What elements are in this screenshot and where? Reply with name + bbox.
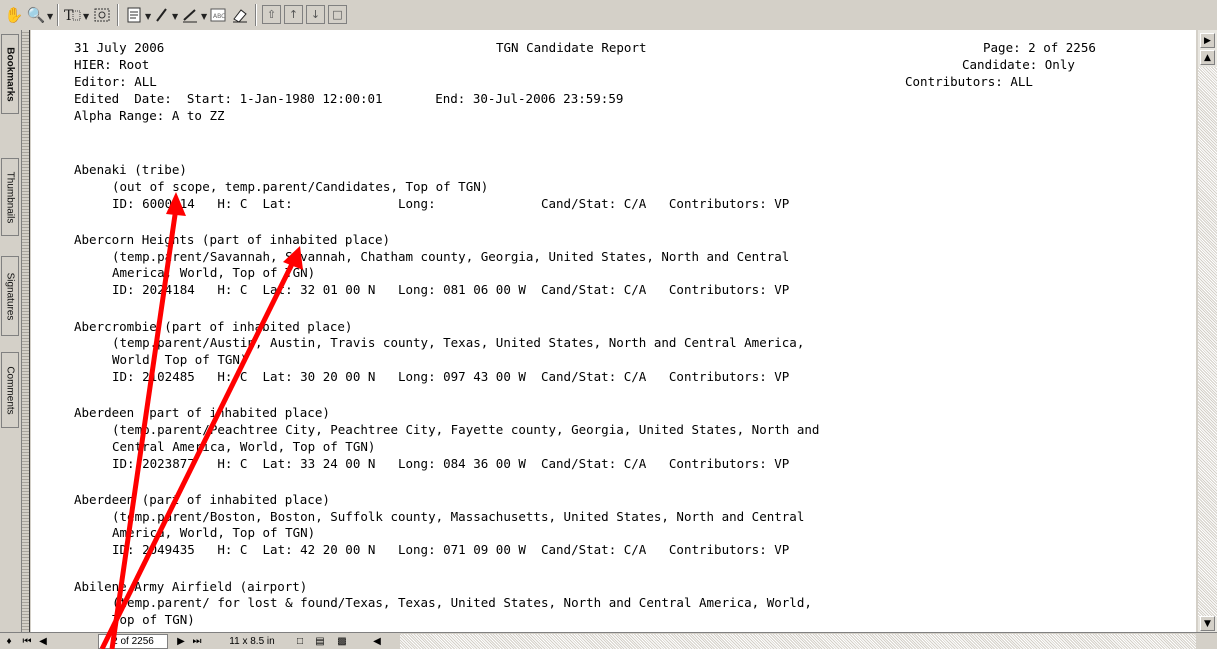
- entry-ids: ID: 2102485 H: C Lat: 30 20 00 N Long: 0…: [112, 369, 790, 384]
- tab-bookmarks-label: Bookmarks: [4, 46, 16, 102]
- report-editor: Editor: ALL: [74, 74, 157, 89]
- svg-text:T: T: [64, 8, 74, 23]
- tab-signatures-label: Signatures: [4, 272, 16, 320]
- report-contributors: Contributors: ALL: [905, 74, 1033, 89]
- entry-parent: (out of scope, temp.parent/Candidates, T…: [112, 179, 489, 194]
- next-page-status-icon[interactable]: ▶: [174, 634, 188, 649]
- note-dropdown-icon[interactable]: ▼: [145, 12, 151, 21]
- entry-name: Abercorn Heights (part of inhabited plac…: [74, 232, 391, 247]
- entry-ids: ID: 2049435 H: C Lat: 42 20 00 N Long: 0…: [112, 542, 790, 557]
- tab-bookmarks[interactable]: Bookmarks: [1, 34, 19, 114]
- entry-name: Abercrombie (part of inhabited place): [74, 319, 353, 334]
- prev-page-status-icon[interactable]: ◀: [36, 634, 50, 649]
- report-hier: HIER: Root: [74, 57, 150, 72]
- report-page-number: Page: 2 of 2256: [983, 40, 1096, 55]
- pencil-tool-icon[interactable]: [152, 3, 170, 27]
- report-alpha-range: Alpha Range: A to ZZ: [74, 108, 225, 123]
- report-title: TGN Candidate Report: [496, 40, 647, 55]
- entry-ids: ID: 2023877 H: C Lat: 33 24 00 N Long: 0…: [112, 456, 790, 471]
- first-page-status-icon[interactable]: ⏮: [20, 634, 34, 649]
- toolbar: ✋ 🔍 ▼ T ▼ ▼ ▼ ▼ ABC ⇧ ↑ ↓ □: [0, 0, 1217, 30]
- last-page-icon[interactable]: □: [328, 5, 347, 24]
- first-page-icon[interactable]: ⇧: [262, 5, 281, 24]
- page-number-field[interactable]: 2 of 2256: [98, 634, 168, 649]
- entry-parent: (temp.parent/Savannah, Savannah, Chatham…: [112, 249, 790, 264]
- snapshot-tool-icon[interactable]: [92, 3, 112, 27]
- entry-ids: ID: 6000014 H: C Lat: Long: Cand/Stat: C…: [112, 196, 790, 211]
- scroll-up-icon[interactable]: ▲: [1200, 50, 1215, 65]
- text-select-dropdown-icon[interactable]: ▼: [83, 12, 89, 21]
- vertical-scrollbar[interactable]: ▶ ▲ ▼: [1198, 30, 1217, 632]
- entry-parent-cont: Central America, World, Top of TGN): [112, 439, 376, 454]
- zoom-dropdown-icon[interactable]: ▼: [47, 12, 53, 21]
- scroll-left-icon[interactable]: ◀: [370, 634, 384, 649]
- svg-text:ABC: ABC: [213, 13, 225, 20]
- markup-dropdown-icon[interactable]: ▼: [201, 12, 207, 21]
- text-select-tool-icon[interactable]: T: [62, 3, 82, 27]
- entry-parent: (temp.parent/Peachtree City, Peachtree C…: [112, 422, 820, 437]
- entry-parent: (temp.parent/ for lost & found/Texas, Te…: [112, 595, 812, 610]
- entry-name: Aberdeen (part of inhabited place): [74, 492, 330, 507]
- navigation-panel: Bookmarks Thumbnails Signatures Comments: [0, 30, 22, 632]
- status-bar: ♦ ⏮ ◀ 2 of 2256 ▶ ⏭ 11 x 8.5 in □ ▤ ▩ ◀: [0, 632, 1217, 649]
- note-tool-icon[interactable]: [124, 3, 144, 27]
- split-icon[interactable]: ♦: [2, 634, 16, 649]
- tab-signatures[interactable]: Signatures: [1, 256, 19, 336]
- entry-parent-cont: World, Top of TGN): [112, 352, 248, 367]
- hand-tool-icon[interactable]: ✋: [4, 3, 24, 27]
- prev-page-icon[interactable]: ↑: [284, 5, 303, 24]
- entry-parent-cont: America, World, Top of TGN): [112, 265, 316, 280]
- document-page[interactable]: 31 July 2006 TGN Candidate Report Page: …: [31, 30, 1196, 632]
- report-date: 31 July 2006: [74, 40, 165, 55]
- next-page-icon[interactable]: ↓: [306, 5, 325, 24]
- eraser-tool-icon[interactable]: [230, 3, 250, 27]
- entry-parent: (temp.parent/Boston, Boston, Suffolk cou…: [112, 509, 805, 524]
- scroll-down-icon[interactable]: ▼: [1200, 616, 1215, 631]
- scroll-right-icon[interactable]: ▶: [1200, 33, 1215, 48]
- tab-thumbnails-label: Thumbnails: [4, 171, 16, 223]
- markup-tool-icon[interactable]: [180, 3, 200, 27]
- page-size-label: 11 x 8.5 in: [229, 636, 275, 647]
- horizontal-scroll-track[interactable]: [400, 634, 1196, 649]
- continuous-icon[interactable]: ▤: [312, 634, 328, 649]
- report-edited-date: Edited Date: Start: 1-Jan-1980 12:00:01 …: [74, 91, 624, 106]
- entry-name: Abenaki (tribe): [74, 162, 187, 177]
- entry-parent-cont: Top of TGN): [112, 612, 195, 627]
- entry-parent: (temp.parent/Austin, Austin, Travis coun…: [112, 335, 805, 350]
- panel-resize-handle[interactable]: [22, 30, 30, 632]
- tab-comments-label: Comments: [4, 365, 16, 415]
- entry-name: Abilene Army Airfield (airport): [74, 579, 308, 594]
- report-candidate: Candidate: Only: [962, 57, 1075, 72]
- tab-comments[interactable]: Comments: [1, 352, 19, 428]
- facing-pages-icon[interactable]: ▩: [334, 634, 350, 649]
- tab-thumbnails[interactable]: Thumbnails: [1, 158, 19, 236]
- entry-ids: ID: 2024184 H: C Lat: 32 01 00 N Long: 0…: [112, 282, 790, 297]
- stamp-tool-icon[interactable]: ABC: [208, 3, 228, 27]
- pencil-dropdown-icon[interactable]: ▼: [172, 12, 178, 21]
- single-page-icon[interactable]: □: [292, 634, 308, 649]
- last-page-status-icon[interactable]: ⏭: [190, 634, 204, 649]
- vertical-scroll-track[interactable]: [1198, 67, 1217, 617]
- zoom-tool-icon[interactable]: 🔍: [26, 3, 46, 27]
- entry-parent-cont: America, World, Top of TGN): [112, 525, 316, 540]
- entry-name: Aberdeen (part of inhabited place): [74, 405, 330, 420]
